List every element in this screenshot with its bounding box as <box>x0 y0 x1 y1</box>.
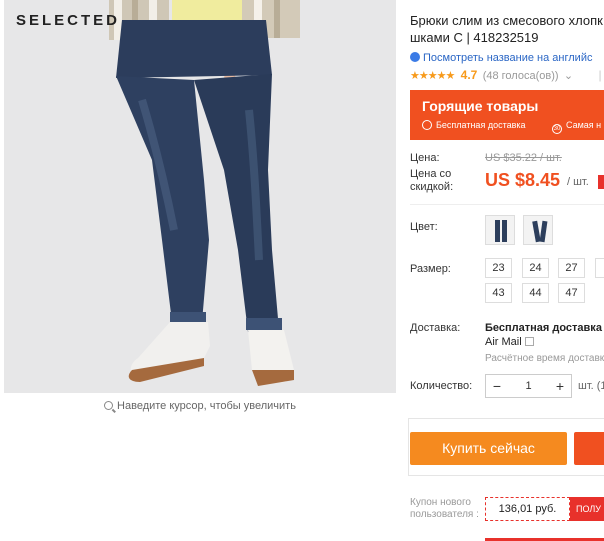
size-option[interactable]: 27 <box>558 258 585 278</box>
quantity-unit: шт. (1 <box>578 380 604 392</box>
shipping-carrier-text: Air Mail <box>485 336 522 348</box>
price-label: Цена: <box>410 152 440 164</box>
add-to-cart-button[interactable] <box>574 432 604 465</box>
coupon-label: Купон нового пользователя : <box>410 497 479 520</box>
days-badge-icon: 30 <box>552 124 562 134</box>
product-main-image[interactable]: SELECTED <box>4 0 396 393</box>
quantity-stepper: − 1 + <box>485 374 572 398</box>
quantity-input[interactable]: 1 <box>508 375 549 397</box>
promo-feature-2-text: Самая н <box>566 120 602 130</box>
shipping-label: Доставка: <box>410 322 461 334</box>
zoom-hint-text: Наведите курсор, чтобы увеличить <box>117 400 296 412</box>
get-coupon-button[interactable]: ПОЛУ <box>570 497 604 521</box>
product-info-panel: Брюки слим из смесового хлопк шками С | … <box>408 0 604 541</box>
quantity-plus-button[interactable]: + <box>549 375 571 397</box>
promo-title: Горящие товары <box>422 98 539 114</box>
votes-link[interactable]: (48 голоса(ов)) <box>483 70 559 82</box>
size-option[interactable]: 44 <box>522 283 549 303</box>
shipping-method: Бесплатная доставка в <box>485 322 604 334</box>
translate-link-text: Посмотреть название на английс <box>423 52 593 64</box>
size-option[interactable]: 23 <box>485 258 512 278</box>
old-price: US $35.22 / шт. <box>485 152 562 164</box>
rating-row: ★★★★★ 4.7 (48 голоса(ов)) ⌄ | 2 <box>410 68 604 82</box>
chevron-down-icon[interactable] <box>524 337 534 346</box>
shipping-icon <box>422 120 432 130</box>
magnifier-icon <box>104 401 114 410</box>
size-option-partial[interactable] <box>595 258 604 278</box>
price-unit: / шт. <box>567 176 589 188</box>
product-title-line-2: шками С | 418232519 <box>410 30 539 45</box>
color-option-front[interactable] <box>485 215 515 245</box>
translate-icon <box>410 52 420 62</box>
discount-price-label: Цена со скидкой: <box>410 168 454 193</box>
size-option[interactable]: 43 <box>485 283 512 303</box>
product-page: SELECTED Наведите курсор, чтобы увеличит… <box>0 0 604 541</box>
size-label: Размер: <box>410 263 451 275</box>
rating-score: 4.7 <box>460 68 478 82</box>
product-title-line-1: Брюки слим из смесового хлопк <box>410 13 603 28</box>
translate-link[interactable]: Посмотреть название на английс <box>410 52 592 64</box>
shipping-carrier[interactable]: Air Mail <box>485 336 534 348</box>
size-option[interactable]: 24 <box>522 258 549 278</box>
quantity-minus-button[interactable]: − <box>486 375 508 397</box>
discount-price: US $8.45 <box>485 170 561 190</box>
coupon-value: 136,01 руб. <box>485 497 570 521</box>
promo-banner[interactable]: Горящие товары Бесплатная доставка 30 Сам… <box>410 90 604 140</box>
chevron-down-icon[interactable]: ⌄ <box>564 70 573 82</box>
zoom-hint: Наведите курсор, чтобы увеличить <box>0 400 400 412</box>
product-title: Брюки слим из смесового хлопк шками С | … <box>410 12 604 46</box>
brand-logo: SELECTED <box>16 12 121 29</box>
divider <box>410 204 604 205</box>
discount-badge <box>598 175 604 189</box>
size-option[interactable]: 47 <box>558 283 585 303</box>
quantity-label: Количество: <box>410 380 473 392</box>
promo-feature-free-shipping: Бесплатная доставка <box>422 120 526 130</box>
promo-feature-lowest-price: 30 Самая н <box>552 120 601 134</box>
rating-stars: ★★★★★ <box>410 70 455 82</box>
color-label: Цвет: <box>410 221 438 233</box>
promo-feature-1-text: Бесплатная доставка <box>436 120 526 130</box>
buy-now-button[interactable]: Купить сейчас <box>410 432 567 465</box>
jeans-photo <box>4 0 396 393</box>
color-option-side[interactable] <box>523 215 553 245</box>
orders-count: | 2 <box>598 68 604 82</box>
delivery-estimate: Расчётное время доставк <box>485 353 604 364</box>
